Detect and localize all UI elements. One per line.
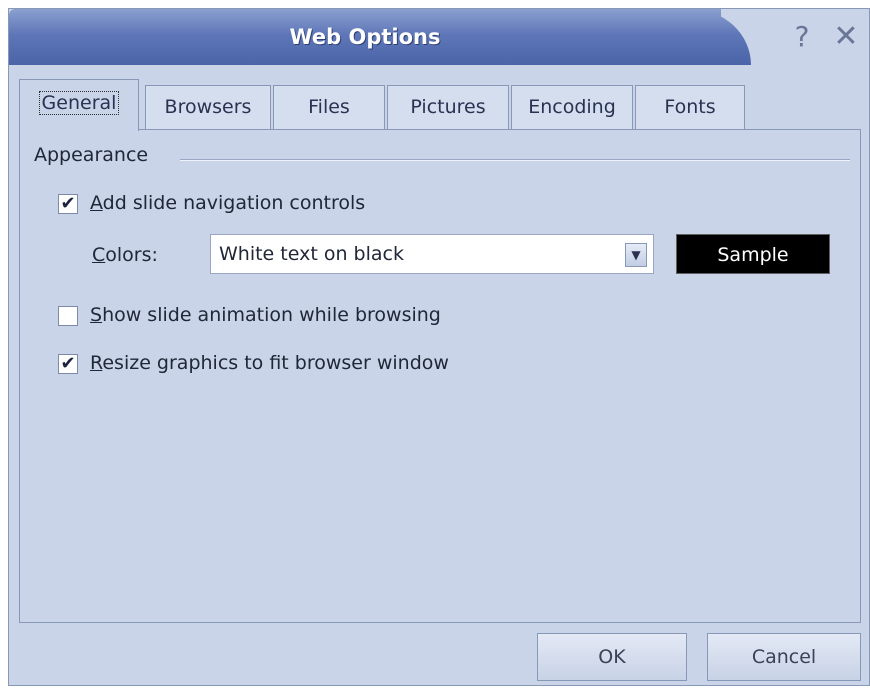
resize-text: esize graphics to fit browser window: [102, 352, 449, 374]
tab-files[interactable]: Files: [273, 85, 385, 129]
close-icon[interactable]: ✕: [831, 21, 861, 53]
chevron-down-icon[interactable]: ▼: [625, 243, 647, 267]
tab-pictures[interactable]: Pictures: [387, 85, 509, 129]
colors-label-text: olors:: [105, 244, 158, 266]
nav-controls-checkbox[interactable]: ✔: [58, 194, 78, 214]
web-options-dialog: Web Options ? ✕ General Browsers Files P…: [8, 8, 870, 686]
tab-fonts[interactable]: Fonts: [635, 85, 745, 129]
nav-controls-mnemonic: A: [90, 192, 103, 214]
colors-label: Colors:: [92, 244, 158, 266]
animation-label[interactable]: Show slide animation while browsing: [90, 304, 441, 326]
animation-mnemonic: S: [90, 304, 103, 326]
colors-select-value: White text on black: [219, 243, 404, 265]
nav-controls-label[interactable]: Add slide navigation controls: [90, 192, 365, 214]
ok-button[interactable]: OK: [537, 633, 687, 681]
group-divider: [180, 159, 850, 161]
title-bar: Web Options ? ✕: [9, 9, 869, 65]
resize-mnemonic: R: [90, 352, 103, 374]
nav-controls-text: dd slide navigation controls: [102, 192, 366, 214]
colors-select[interactable]: White text on black ▼: [210, 234, 654, 274]
tab-encoding[interactable]: Encoding: [511, 85, 633, 129]
tab-general-label: General: [38, 91, 120, 115]
colors-mnemonic: C: [92, 244, 106, 266]
check-icon: ✔: [60, 193, 76, 214]
animation-checkbox[interactable]: [58, 306, 78, 326]
tab-general[interactable]: General: [19, 79, 139, 131]
cancel-button[interactable]: Cancel: [707, 633, 861, 681]
colors-sample-preview: Sample: [676, 234, 830, 274]
animation-text: how slide animation while browsing: [102, 304, 441, 326]
tab-browsers[interactable]: Browsers: [145, 85, 271, 129]
appearance-label: Appearance: [34, 144, 149, 166]
general-panel: Appearance ✔ Add slide navigation contro…: [19, 129, 861, 623]
resize-label[interactable]: Resize graphics to fit browser window: [90, 352, 449, 374]
window-title: Web Options: [289, 25, 441, 49]
resize-checkbox[interactable]: ✔: [58, 354, 78, 374]
check-icon: ✔: [60, 353, 76, 374]
help-icon[interactable]: ?: [787, 21, 817, 53]
